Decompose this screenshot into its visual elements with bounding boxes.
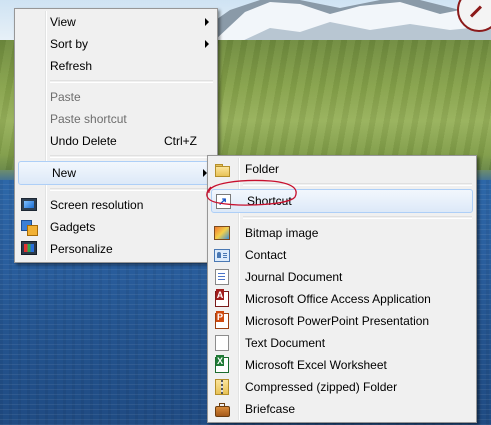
personalize-icon xyxy=(21,241,37,255)
zip-folder-icon xyxy=(215,379,229,395)
briefcase-icon xyxy=(214,401,230,417)
menu-item-undo-delete[interactable]: Undo Delete Ctrl+Z xyxy=(17,130,215,152)
gadgets-icon xyxy=(21,219,38,236)
new-item-folder[interactable]: Folder xyxy=(210,158,474,180)
menu-separator xyxy=(50,80,213,83)
text-document-icon xyxy=(215,335,229,351)
menu-item-label: Personalize xyxy=(50,242,113,256)
folder-icon xyxy=(214,161,230,177)
bitmap-icon xyxy=(214,226,230,240)
menu-item-label: Folder xyxy=(245,162,280,176)
menu-item-screen-resolution[interactable]: Screen resolution xyxy=(17,194,215,216)
menu-item-label: Screen resolution xyxy=(50,198,144,212)
new-item-shortcut[interactable]: Shortcut xyxy=(211,189,473,213)
new-item-contact[interactable]: Contact xyxy=(210,244,474,266)
menu-separator xyxy=(243,183,472,186)
menu-item-personalize[interactable]: Personalize xyxy=(17,238,215,260)
menu-item-label: Undo Delete xyxy=(50,134,117,148)
desktop-context-menu: View Sort by Refresh Paste Paste shortcu… xyxy=(14,8,218,263)
access-icon xyxy=(215,289,229,307)
menu-separator xyxy=(50,188,213,191)
menu-item-label: New xyxy=(52,166,77,180)
menu-item-view[interactable]: View xyxy=(17,11,215,33)
powerpoint-icon xyxy=(215,311,229,329)
new-item-briefcase[interactable]: Briefcase xyxy=(210,398,474,420)
contact-icon xyxy=(214,249,230,262)
menu-item-label: Briefcase xyxy=(245,402,296,416)
menu-item-label: Paste xyxy=(50,90,81,104)
submenu-arrow-icon xyxy=(205,40,209,48)
menu-item-label: View xyxy=(50,15,76,29)
menu-item-label: Microsoft Excel Worksheet xyxy=(245,358,387,372)
menu-item-label: Bitmap image xyxy=(245,226,319,240)
journal-icon xyxy=(215,269,229,285)
menu-item-label: Sort by xyxy=(50,37,89,51)
new-item-bitmap-image[interactable]: Bitmap image xyxy=(210,222,474,244)
menu-item-label: Journal Document xyxy=(245,270,343,284)
menu-item-label: Text Document xyxy=(245,336,326,350)
menu-item-label: Gadgets xyxy=(50,220,96,234)
menu-item-sort-by[interactable]: Sort by xyxy=(17,33,215,55)
new-item-journal-document[interactable]: Journal Document xyxy=(210,266,474,288)
menu-item-label: Compressed (zipped) Folder xyxy=(245,380,398,394)
menu-separator xyxy=(243,216,472,219)
menu-item-label: Refresh xyxy=(50,59,93,73)
new-item-powerpoint-presentation[interactable]: Microsoft PowerPoint Presentation xyxy=(210,310,474,332)
menu-separator xyxy=(50,155,213,158)
new-submenu: Folder Shortcut Bitmap image Contact Jou… xyxy=(207,155,477,423)
keyboard-shortcut: Ctrl+Z xyxy=(164,134,197,148)
monitor-icon xyxy=(21,198,37,211)
menu-item-refresh[interactable]: Refresh xyxy=(17,55,215,77)
menu-item-label: Shortcut xyxy=(247,194,292,208)
menu-item-label: Contact xyxy=(245,248,287,262)
menu-item-label: Microsoft PowerPoint Presentation xyxy=(245,314,430,328)
menu-item-new[interactable]: New xyxy=(18,161,214,185)
submenu-arrow-icon xyxy=(205,18,209,26)
menu-item-label: Paste shortcut xyxy=(50,112,127,126)
new-item-text-document[interactable]: Text Document xyxy=(210,332,474,354)
shortcut-icon xyxy=(216,191,231,213)
new-item-access-application[interactable]: Microsoft Office Access Application xyxy=(210,288,474,310)
excel-icon xyxy=(215,355,229,373)
menu-item-gadgets[interactable]: Gadgets xyxy=(17,216,215,238)
menu-item-paste: Paste xyxy=(17,86,215,108)
menu-item-label: Microsoft Office Access Application xyxy=(245,292,431,306)
menu-item-paste-shortcut: Paste shortcut xyxy=(17,108,215,130)
new-item-excel-worksheet[interactable]: Microsoft Excel Worksheet xyxy=(210,354,474,376)
new-item-compressed-folder[interactable]: Compressed (zipped) Folder xyxy=(210,376,474,398)
